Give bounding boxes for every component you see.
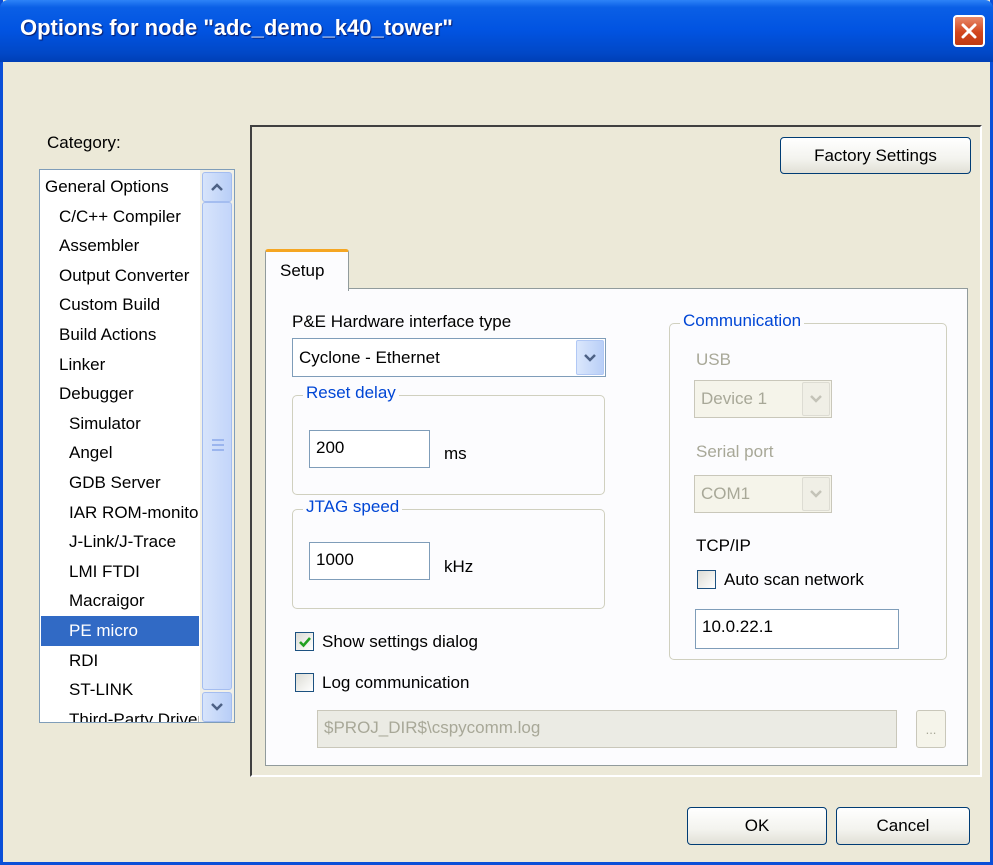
category-item[interactable]: J-Link/J-Trace xyxy=(41,527,199,557)
jtag-speed-input[interactable]: 1000 xyxy=(309,542,430,580)
category-item[interactable]: Debugger xyxy=(41,379,199,409)
log-path-input[interactable]: $PROJ_DIR$\cspycomm.log xyxy=(317,710,897,748)
category-item[interactable]: Linker xyxy=(41,350,199,380)
serial-port-label: Serial port xyxy=(696,442,774,461)
category-item[interactable]: Third-Party Driver xyxy=(41,705,199,722)
category-item[interactable]: Build Actions xyxy=(41,320,199,350)
category-item[interactable]: Output Converter xyxy=(41,261,199,291)
category-item[interactable]: Macraigor xyxy=(41,586,199,616)
category-item[interactable]: ST-LINK xyxy=(41,675,199,705)
close-button[interactable] xyxy=(953,15,985,47)
dropdown-button[interactable] xyxy=(802,477,830,511)
category-item[interactable]: LMI FTDI xyxy=(41,557,199,587)
jtag-speed-title: JTAG speed xyxy=(303,497,403,517)
hw-interface-value: Cyclone - Ethernet xyxy=(299,348,440,367)
reset-delay-unit: ms xyxy=(444,444,467,463)
category-item[interactable]: Custom Build xyxy=(41,290,199,320)
category-item[interactable]: General Options xyxy=(41,172,199,202)
checkmark-icon xyxy=(298,636,311,647)
category-list[interactable]: General Options C/C++ Compiler Assembler Ou… xyxy=(39,169,235,723)
category-item[interactable]: C/C++ Compiler xyxy=(41,202,199,232)
options-dialog: Options for node "adc_demo_k40_tower" Ca… xyxy=(0,0,993,865)
reset-delay-title: Reset delay xyxy=(303,383,399,403)
window-title: Options for node "adc_demo_k40_tower" xyxy=(20,15,453,40)
tab-setup[interactable]: Setup xyxy=(265,249,349,291)
category-item[interactable]: Simulator xyxy=(41,409,199,439)
grip-line xyxy=(212,449,224,451)
show-settings-checkbox[interactable] xyxy=(295,632,314,651)
dropdown-button[interactable] xyxy=(576,340,604,375)
ok-button[interactable]: OK xyxy=(687,807,827,845)
usb-device-value: Device 1 xyxy=(701,389,768,408)
category-item[interactable]: IAR ROM-monitor xyxy=(41,498,199,528)
usb-device-select[interactable]: Device 1 xyxy=(694,380,832,418)
serial-port-value: COM1 xyxy=(701,484,751,503)
browse-button[interactable]: ... xyxy=(916,710,946,748)
usb-label: USB xyxy=(696,350,731,369)
category-item[interactable]: RDI xyxy=(41,646,199,676)
log-communication-label[interactable]: Log communication xyxy=(322,673,469,693)
close-icon xyxy=(961,23,977,39)
chevron-up-icon xyxy=(211,183,223,191)
scroll-thumb[interactable] xyxy=(202,202,232,690)
category-item[interactable]: Angel xyxy=(41,438,199,468)
chevron-down-icon xyxy=(810,395,822,403)
cancel-button[interactable]: Cancel xyxy=(836,807,970,845)
hw-interface-select[interactable]: Cyclone - Ethernet xyxy=(292,338,606,377)
title-bar[interactable]: Options for node "adc_demo_k40_tower" xyxy=(0,0,993,62)
factory-settings-button[interactable]: Factory Settings xyxy=(780,137,971,174)
category-item[interactable]: GDB Server xyxy=(41,468,199,498)
tcpip-label: TCP/IP xyxy=(696,536,751,555)
show-settings-label[interactable]: Show settings dialog xyxy=(322,632,478,652)
scroll-down-button[interactable] xyxy=(202,692,232,722)
grip-line xyxy=(212,439,224,441)
hw-interface-label: P&E Hardware interface type xyxy=(292,312,512,331)
jtag-speed-unit: kHz xyxy=(444,557,474,576)
chevron-down-icon xyxy=(810,490,822,498)
category-item[interactable]: PE micro xyxy=(41,616,199,646)
serial-port-select[interactable]: COM1 xyxy=(694,475,832,513)
category-scrollbar[interactable] xyxy=(200,170,234,722)
log-communication-checkbox[interactable] xyxy=(295,673,314,692)
category-label: Category: xyxy=(47,133,121,152)
dropdown-button[interactable] xyxy=(802,382,830,416)
communication-title: Communication xyxy=(680,311,805,331)
chevron-down-icon xyxy=(584,353,596,362)
chevron-down-icon xyxy=(211,703,223,711)
category-item[interactable]: Assembler xyxy=(41,231,199,261)
reset-delay-input[interactable]: 200 xyxy=(309,430,430,468)
ip-address-input[interactable]: 10.0.22.1 xyxy=(695,609,899,649)
scroll-up-button[interactable] xyxy=(202,172,232,202)
auto-scan-label[interactable]: Auto scan network xyxy=(724,570,864,590)
grip-line xyxy=(212,444,224,446)
auto-scan-checkbox[interactable] xyxy=(697,570,716,589)
